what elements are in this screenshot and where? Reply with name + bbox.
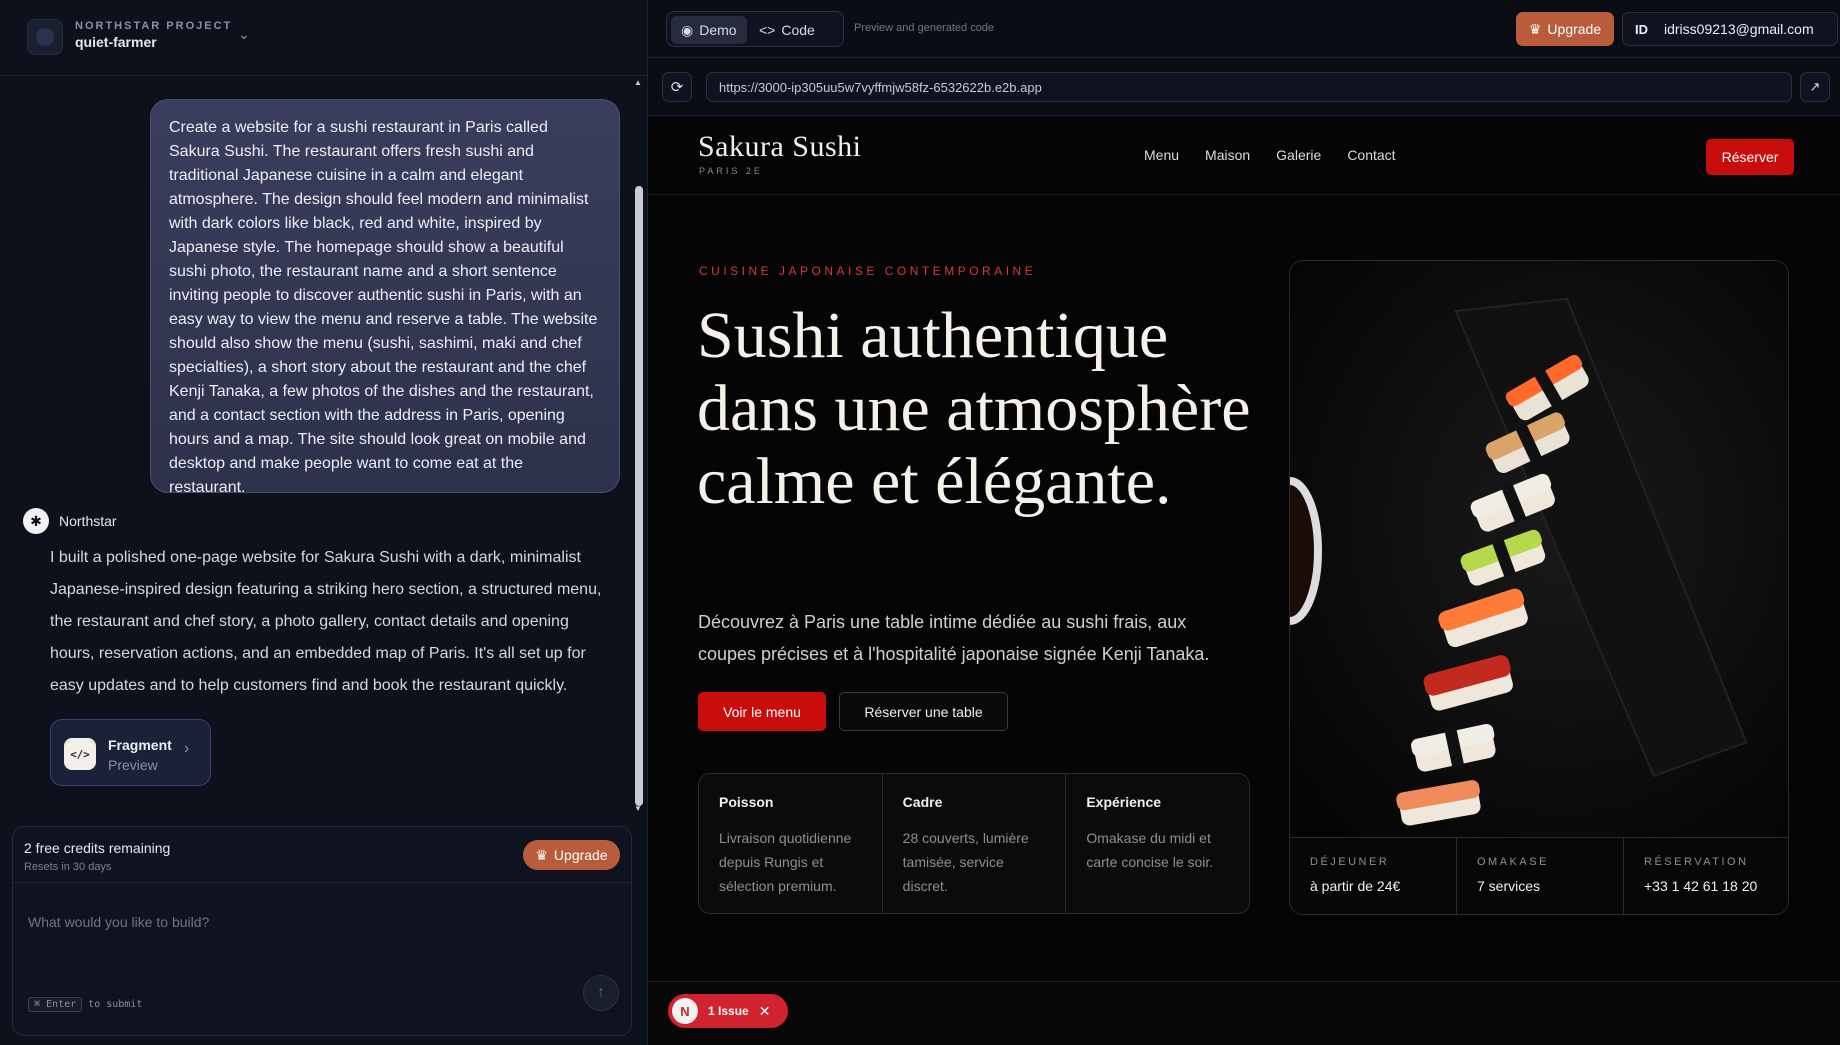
credits-title: 2 free credits remaining	[24, 840, 171, 856]
assistant-header: ✱ Northstar	[23, 508, 117, 534]
scrollbar-thumb[interactable]	[635, 186, 643, 806]
nav-link-contact[interactable]: Contact	[1347, 147, 1395, 163]
crown-icon: ♛	[1528, 20, 1542, 37]
hero-photo-card: DÉJEUNER à partir de 24€ OMAKASE 7 servi…	[1289, 260, 1789, 915]
credits-reset: Resets in 30 days	[24, 861, 112, 873]
feature-cards: Poisson Livraison quotidienne depuis Run…	[698, 773, 1250, 914]
site-brand[interactable]: Sakura Sushi	[698, 130, 862, 164]
feature-text: Omakase du midi et carte concise le soir…	[1086, 830, 1214, 870]
nav-link-galerie[interactable]: Galerie	[1276, 147, 1321, 163]
fragment-subtitle: Preview	[108, 757, 158, 773]
stat-label: OMAKASE	[1477, 856, 1549, 868]
feature-title: Cadre	[902, 794, 943, 810]
chat-thread: Create a website for a sushi restaurant …	[0, 76, 648, 816]
site-nav-links: Menu Maison Galerie Contact	[1144, 147, 1422, 163]
assistant-message: I built a polished one-page website for …	[50, 549, 602, 694]
tab-demo-label: Demo	[699, 22, 737, 38]
feature-text: Livraison quotidienne depuis Rungis et s…	[719, 830, 852, 894]
chevron-right-icon: ›	[184, 740, 190, 757]
feature-title: Poisson	[719, 794, 774, 810]
url-field[interactable]: https://3000-ip305uu5w7vyffmjw58fz-65326…	[706, 72, 1792, 102]
code-icon: </>	[64, 738, 96, 770]
prompt-input[interactable]: What would you like to build?	[28, 914, 209, 930]
issues-label: 1 Issue	[708, 1004, 749, 1018]
preview-panel: ◉ Demo <> Code Preview and generated cod…	[648, 0, 1840, 1045]
dev-overlay-bar: N 1 Issue ✕	[648, 981, 1840, 1045]
stat-label: DÉJEUNER	[1310, 856, 1390, 868]
external-link-icon[interactable]: ↗	[1800, 72, 1830, 102]
browser-bar: ⟳ https://3000-ip305uu5w7vyffmjw58fz-653…	[648, 58, 1840, 116]
project-logo-icon	[27, 19, 63, 55]
chat-panel: NORTHSTAR PROJECT quiet-farmer ⌄ Create …	[0, 0, 648, 1045]
hero-description: Découvrez à Paris une table intime dédié…	[698, 612, 1210, 664]
feature-card: Expérience Omakase du midi et carte conc…	[1066, 774, 1249, 913]
stat-item: DÉJEUNER à partir de 24€	[1290, 838, 1457, 914]
submit-hint: ⌘ Enter to submit	[28, 997, 143, 1012]
scroll-up-icon[interactable]: ▲	[634, 78, 642, 87]
project-switcher[interactable]: NORTHSTAR PROJECT quiet-farmer ⌄	[0, 0, 648, 76]
fragment-title: Fragment	[108, 737, 172, 753]
send-button[interactable]: ↑	[583, 975, 619, 1011]
topbar-hint: Preview and generated code	[854, 22, 995, 34]
user-message: Create a website for a sushi restaurant …	[150, 99, 620, 496]
stat-value: 7 services	[1477, 878, 1541, 894]
eye-icon: ◉	[681, 21, 694, 38]
credits-banner: 2 free credits remaining Resets in 30 da…	[13, 827, 631, 883]
close-icon[interactable]: ✕	[759, 1003, 771, 1020]
refresh-icon[interactable]: ⟳	[662, 72, 692, 102]
crown-icon: ♛	[535, 846, 548, 863]
account-email: idriss09213@gmail.com	[1664, 21, 1814, 37]
nav-link-maison[interactable]: Maison	[1205, 147, 1250, 163]
assistant-name: Northstar	[59, 513, 117, 529]
chat-scrollbar[interactable]: ▲ ▼	[632, 76, 646, 816]
upgrade-button-top[interactable]: ♛ Upgrade	[1516, 12, 1614, 46]
upgrade-label: Upgrade	[553, 847, 608, 863]
reserve-table-button[interactable]: Réserver une table	[839, 692, 1008, 731]
stat-value: à partir de 24€	[1310, 878, 1401, 894]
submit-hint-text: to submit	[88, 999, 143, 1010]
avatar: ID	[1635, 21, 1648, 37]
view-menu-button[interactable]: Voir le menu	[698, 692, 826, 731]
hero-title: Sushi authentique dans une atmosphère ca…	[697, 299, 1251, 518]
project-name: quiet-farmer	[75, 34, 157, 50]
info-stats: DÉJEUNER à partir de 24€ OMAKASE 7 servi…	[1290, 837, 1788, 914]
assistant-avatar-icon: ✱	[23, 508, 49, 534]
tab-code[interactable]: <> Code	[749, 16, 825, 44]
site-brand-sub: PARIS 2E	[699, 166, 763, 176]
hero-eyebrow: CUISINE JAPONAISE CONTEMPORAINE	[699, 264, 1037, 278]
nav-link-menu[interactable]: Menu	[1144, 147, 1179, 163]
site-navbar: Sakura Sushi PARIS 2E Menu Maison Galeri…	[648, 117, 1840, 195]
code-brackets-icon: <>	[759, 22, 776, 38]
preview-topbar: ◉ Demo <> Code Preview and generated cod…	[648, 0, 1840, 58]
feature-card: Cadre 28 couverts, lumière tamisée, serv…	[883, 774, 1067, 913]
feature-card: Poisson Livraison quotidienne depuis Run…	[699, 774, 883, 913]
arrow-up-icon: ↑	[597, 984, 605, 1001]
site-preview: Sakura Sushi PARIS 2E Menu Maison Galeri…	[648, 117, 1840, 981]
nextjs-logo-icon: N	[672, 998, 698, 1024]
stat-label: RÉSERVATION	[1644, 856, 1749, 868]
enter-key-hint: ⌘ Enter	[28, 997, 83, 1012]
issues-badge[interactable]: N 1 Issue ✕	[668, 994, 788, 1028]
upgrade-button-composer[interactable]: ♛ Upgrade	[523, 840, 620, 870]
stat-item: OMAKASE 7 services	[1457, 838, 1624, 914]
composer: 2 free credits remaining Resets in 30 da…	[12, 826, 632, 1036]
reserve-button-nav[interactable]: Réserver	[1706, 139, 1794, 175]
stat-item: RÉSERVATION +33 1 42 61 18 20	[1624, 838, 1788, 914]
app-root: NORTHSTAR PROJECT quiet-farmer ⌄ Create …	[0, 0, 1840, 1045]
feature-text: 28 couverts, lumière tamisée, service di…	[902, 830, 1029, 894]
fragment-preview-card[interactable]: </> Fragment Preview ›	[50, 719, 211, 786]
feature-title: Expérience	[1086, 794, 1162, 810]
upgrade-label: Upgrade	[1547, 21, 1602, 37]
project-label: NORTHSTAR PROJECT	[75, 20, 233, 32]
tab-code-label: Code	[781, 22, 815, 38]
account-button[interactable]: ID idriss09213@gmail.com	[1622, 12, 1838, 46]
view-toggle: ◉ Demo <> Code	[666, 11, 844, 47]
chevron-down-icon[interactable]: ⌄	[238, 26, 250, 43]
tab-demo[interactable]: ◉ Demo	[671, 16, 747, 44]
stat-value: +33 1 42 61 18 20	[1644, 878, 1758, 894]
scroll-down-icon[interactable]: ▼	[634, 804, 642, 813]
sushi-photo	[1290, 261, 1788, 837]
